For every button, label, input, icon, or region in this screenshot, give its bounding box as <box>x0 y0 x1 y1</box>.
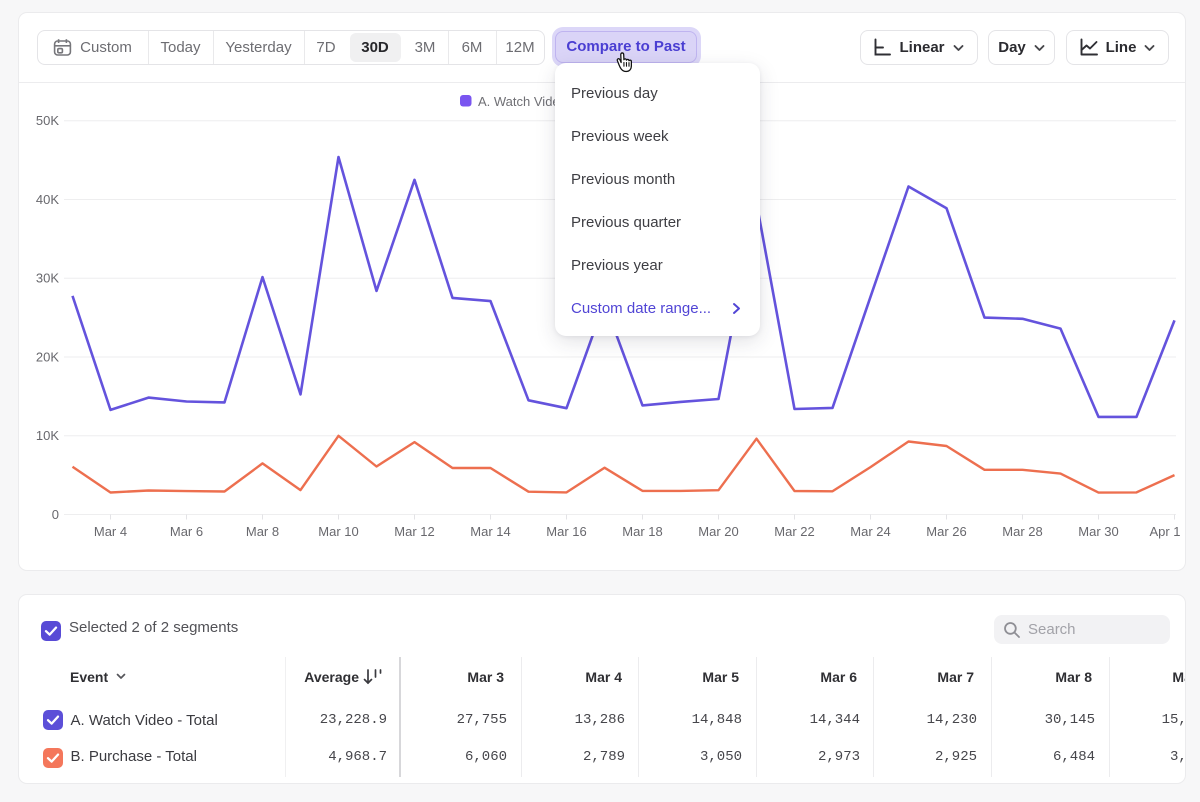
svg-text:40K: 40K <box>36 192 59 207</box>
svg-text:Mar 6: Mar 6 <box>170 524 203 539</box>
svg-text:Mar 26: Mar 26 <box>926 524 966 539</box>
svg-text:Mar 28: Mar 28 <box>1002 524 1042 539</box>
svg-text:10K: 10K <box>36 428 59 443</box>
svg-text:Mar 12: Mar 12 <box>394 524 434 539</box>
svg-text:Mar 24: Mar 24 <box>850 524 890 539</box>
svg-text:Apr 1: Apr 1 <box>1149 524 1180 539</box>
svg-text:Mar 22: Mar 22 <box>774 524 814 539</box>
svg-text:Mar 20: Mar 20 <box>698 524 738 539</box>
svg-text:30K: 30K <box>36 271 59 286</box>
svg-text:Mar 10: Mar 10 <box>318 524 358 539</box>
svg-text:50K: 50K <box>36 113 59 128</box>
svg-text:20K: 20K <box>36 350 59 365</box>
svg-text:0: 0 <box>52 507 59 522</box>
svg-text:Mar 4: Mar 4 <box>94 524 127 539</box>
svg-text:Mar 8: Mar 8 <box>246 524 279 539</box>
svg-text:Mar 14: Mar 14 <box>470 524 510 539</box>
svg-text:Mar 16: Mar 16 <box>546 524 586 539</box>
svg-text:Mar 18: Mar 18 <box>622 524 662 539</box>
svg-text:Mar 30: Mar 30 <box>1078 524 1118 539</box>
